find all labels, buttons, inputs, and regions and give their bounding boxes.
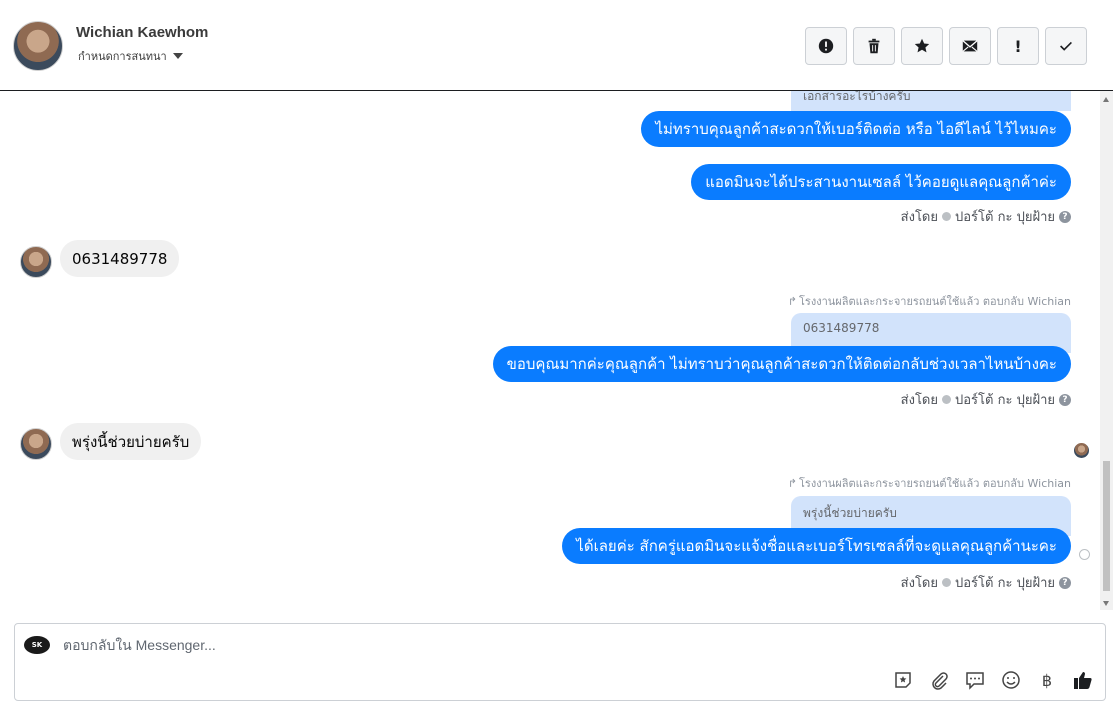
header-toolbar: ! — [805, 27, 1087, 65]
sent-by-label: ส่งโดย — [900, 210, 938, 225]
reply-context-line: ↱ โรงงานผลิตและกระจายรถยนต์ใช้แล้ว ตอบกล… — [788, 474, 1071, 492]
help-icon[interactable]: ? — [1059, 576, 1071, 589]
conversation-label-text: กำหนดการสนทนา — [78, 50, 167, 63]
quoted-text: เอกสารอะไรบ้างครับ — [803, 91, 911, 103]
seen-indicator-avatar — [1074, 443, 1089, 458]
scroll-thumb[interactable] — [1103, 461, 1110, 591]
page-avatar: SK — [24, 636, 50, 654]
reply-arrow-icon: ↱ — [787, 294, 798, 308]
scroll-down-icon[interactable] — [1103, 601, 1109, 606]
verified-icon — [942, 578, 951, 587]
thumbs-up-icon — [1074, 672, 1092, 689]
envelope-icon — [962, 40, 978, 52]
outgoing-message[interactable]: ไม่ทราบคุณลูกค้าสะดวกให้เบอร์ติดต่อ หรือ… — [641, 111, 1071, 147]
help-icon[interactable]: ? — [1059, 210, 1071, 223]
composer-toolbar: ฿ — [891, 668, 1095, 692]
sender-name: ปอร์โต้ กะ ปุยฝ้าย — [955, 210, 1055, 225]
attach-button[interactable] — [927, 668, 951, 692]
sender-name: ปอร์โต้ กะ ปุยฝ้าย — [955, 576, 1055, 591]
outgoing-message[interactable]: แอดมินจะได้ประสานงานเซลล์ ไว้คอยดูแลคุณล… — [691, 164, 1071, 200]
conversation-label-dropdown[interactable]: กำหนดการสนทนา — [78, 47, 183, 65]
checkmark-icon — [1060, 41, 1072, 51]
exclamation-icon: ! — [1014, 36, 1022, 56]
payment-button[interactable]: ฿ — [1035, 668, 1059, 692]
star-icon — [914, 38, 930, 53]
saved-replies-button[interactable] — [963, 668, 987, 692]
verified-icon — [942, 395, 951, 404]
reply-arrow-icon: ↱ — [787, 476, 798, 490]
verified-icon — [942, 212, 951, 221]
incoming-message[interactable]: 0631489778 — [60, 240, 180, 277]
baht-icon: ฿ — [1041, 670, 1053, 690]
contact-avatar-small — [20, 428, 52, 460]
like-button[interactable] — [1071, 668, 1095, 692]
contact-name[interactable]: Wichian Kaewhom — [76, 24, 208, 41]
emoji-button[interactable] — [999, 668, 1023, 692]
sent-by-line: ส่งโดย ปอร์โต้ กะ ปุยฝ้าย ? — [901, 206, 1071, 227]
scroll-up-icon[interactable] — [1103, 97, 1109, 102]
reply-context-line: ↱ โรงงานผลิตและกระจายรถยนต์ใช้แล้ว ตอบกล… — [788, 292, 1071, 310]
sent-status-icon — [1079, 549, 1090, 560]
saved-reply-icon — [966, 672, 984, 690]
contact-avatar-small — [20, 246, 52, 278]
message-thread[interactable]: เอกสารอะไรบ้างครับ ไม่ทราบคุณลูกค้าสะดวก… — [0, 91, 1113, 610]
outgoing-message[interactable]: ได้เลยค่ะ สักครู่แอดมินจะแจ้งชื่อและเบอร… — [562, 528, 1071, 564]
quoted-message: เอกสารอะไรบ้างครับ — [791, 91, 1071, 111]
sender-name: ปอร์โต้ กะ ปุยฝ้าย — [955, 393, 1055, 408]
outgoing-message[interactable]: ขอบคุณมากค่ะคุณลูกค้า ไม่ทราบว่าคุณลูกค้… — [492, 346, 1071, 382]
star-button[interactable] — [901, 27, 943, 65]
message-composer: SK ฿ — [14, 623, 1106, 701]
sent-by-label: ส่งโดย — [900, 576, 938, 591]
contact-avatar[interactable] — [13, 21, 63, 71]
mark-spam-button[interactable] — [805, 27, 847, 65]
quoted-text: พรุ่งนี้ช่วยบ่ายครับ — [803, 506, 897, 520]
caret-down-icon — [172, 53, 183, 59]
follow-up-button[interactable]: ! — [997, 27, 1039, 65]
delete-button[interactable] — [853, 27, 895, 65]
attachment-icon — [932, 672, 948, 690]
reply-context-text: โรงงานผลิตและกระจายรถยนต์ใช้แล้ว ตอบกลับ… — [799, 477, 1071, 490]
sent-by-label: ส่งโดย — [900, 393, 938, 408]
help-icon[interactable]: ? — [1059, 393, 1071, 406]
mark-done-button[interactable] — [1045, 27, 1087, 65]
sticker-button[interactable] — [891, 668, 915, 692]
sent-by-line: ส่งโดย ปอร์โต้ กะ ปุยฝ้าย ? — [901, 572, 1071, 593]
sent-by-line: ส่งโดย ปอร์โต้ กะ ปุยฝ้าย ? — [901, 389, 1071, 410]
thread-scrollbar[interactable] — [1100, 91, 1113, 610]
trash-icon — [868, 38, 880, 54]
quoted-text: 0631489778 — [803, 321, 880, 335]
mark-unread-button[interactable] — [949, 27, 991, 65]
reply-input[interactable] — [63, 637, 863, 653]
incoming-message[interactable]: พรุ่งนี้ช่วยบ่ายครับ — [60, 423, 202, 460]
conversation-header: Wichian Kaewhom กำหนดการสนทนา ! — [0, 0, 1113, 91]
reply-context-text: โรงงานผลิตและกระจายรถยนต์ใช้แล้ว ตอบกลับ… — [799, 295, 1071, 308]
alert-circle-icon — [818, 38, 834, 54]
sticker-icon — [895, 672, 911, 688]
emoji-icon — [1002, 671, 1020, 689]
page-avatar-logo: SK — [31, 641, 43, 649]
